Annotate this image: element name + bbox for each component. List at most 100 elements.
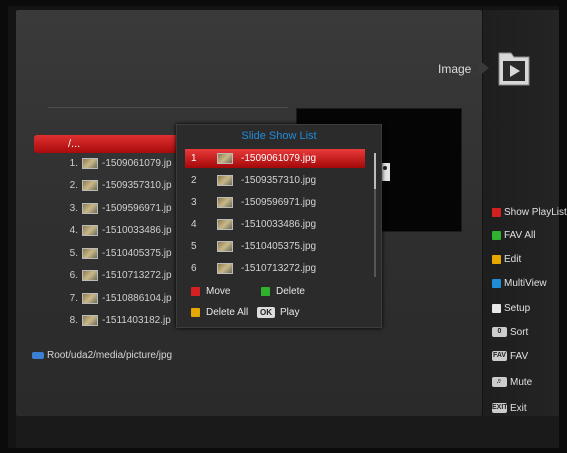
parent-folder-row[interactable]: /... [34, 135, 182, 153]
slideshow-list-dialog: Slide Show List 1 -1509061079.jpg 2 -15093… [176, 124, 382, 328]
file-name: -1509596971.jp [102, 203, 172, 214]
file-name: -1511403182.jp [102, 315, 171, 326]
file-name: -1510713272.jp [102, 270, 172, 281]
jpg-icon [217, 262, 233, 274]
playlist-item[interactable]: 2 -1509357310.jpg [185, 171, 365, 190]
playlist-file-name: -1510033486.jpg [241, 219, 317, 230]
dialog-title: Slide Show List [241, 130, 317, 142]
fav-key-icon: FAV [492, 351, 507, 362]
legend-label: Edit [504, 254, 522, 265]
green-key-icon [492, 230, 501, 240]
legend-mute[interactable]: ♬ Mute [492, 376, 532, 389]
jpg-icon [82, 179, 98, 191]
playlist-index: 2 [191, 175, 197, 186]
legend-label: Sort [510, 327, 529, 338]
play-label: Play [280, 307, 300, 318]
file-row[interactable]: 6. -1510713272.jp [50, 266, 172, 286]
legend-show-playlist[interactable]: Show PlayList [492, 206, 567, 219]
file-row[interactable]: 5. -1510405375.jp [50, 244, 172, 264]
playlist-item[interactable]: 5 -1510405375.jpg [185, 237, 365, 256]
file-row[interactable]: 2. -1509357310.jp [50, 176, 172, 196]
jpg-icon [217, 174, 233, 186]
sort-key-icon: 0 [492, 327, 507, 338]
usb-drive-icon [32, 351, 44, 359]
jpg-icon [217, 196, 233, 208]
file-row[interactable]: 1. -1509061079.jp [50, 154, 172, 174]
legend-label: Mute [510, 377, 533, 388]
legend-label: Show PlayList [504, 207, 567, 218]
white-key-icon [492, 303, 501, 313]
legend-label: FAV All [504, 230, 536, 241]
playlist-index: 1 [191, 153, 197, 164]
jpg-icon [82, 314, 98, 326]
jpg-icon [82, 292, 98, 304]
red-key-icon [191, 286, 200, 296]
move-label: Move [206, 286, 231, 297]
playlist-scrollbar-thumb[interactable] [374, 153, 376, 189]
playlist-file-name: -1509596971.jpg [241, 197, 317, 208]
file-number: 5. [69, 248, 78, 259]
file-number: 6. [69, 270, 78, 281]
red-key-icon [492, 207, 501, 217]
play-action[interactable]: OK Play [257, 306, 299, 320]
jpg-icon [217, 240, 233, 252]
playlist-index: 5 [191, 241, 197, 252]
delete-action[interactable]: Delete [261, 285, 305, 299]
file-number: 1. [69, 158, 78, 169]
file-name: -1510033486.jp [102, 225, 172, 236]
parent-folder-label: /... [68, 138, 81, 150]
current-path: Root/uda2/media/picture/jpg [32, 350, 172, 361]
jpg-icon [217, 152, 233, 164]
playlist-index: 4 [191, 219, 197, 230]
playlist-file-name: -1510713272.jpg [241, 263, 317, 274]
file-number: 3. [69, 203, 78, 214]
legend-setup[interactable]: Setup [492, 302, 530, 315]
green-key-icon [261, 286, 270, 296]
mute-key-icon: ♬ [492, 377, 507, 388]
playlist-file-name: -1509357310.jpg [241, 175, 317, 186]
playlist-item[interactable]: 4 -1510033486.jpg [185, 215, 365, 234]
file-number: 7. [69, 293, 78, 304]
yellow-key-icon [191, 307, 200, 317]
jpg-icon [82, 247, 98, 259]
delete-all-action[interactable]: Delete All [191, 306, 248, 320]
playlist-item[interactable]: 6 -1510713272.jpg [185, 259, 365, 278]
media-folder-icon [498, 52, 530, 86]
legend-edit[interactable]: Edit [492, 253, 521, 266]
file-row[interactable]: 3. -1509596971.jp [50, 199, 172, 219]
playlist-index: 6 [191, 263, 197, 274]
playlist-item[interactable]: 1 -1509061079.jpg [185, 149, 365, 168]
legend-fav[interactable]: FAV FAV [492, 350, 528, 363]
legend-fav-all[interactable]: FAV All [492, 229, 536, 242]
jpg-icon [82, 224, 98, 236]
file-number: 8. [69, 315, 78, 326]
delete-label: Delete [276, 286, 305, 297]
legend-exit[interactable]: EXIT Exit [492, 402, 527, 415]
file-row[interactable]: 4. -1510033486.jp [50, 221, 172, 241]
jpg-icon [82, 157, 98, 169]
playlist-file-name: -1510405375.jpg [241, 241, 317, 252]
legend-label: MultiView [504, 278, 547, 289]
legend-multiview[interactable]: MultiView [492, 277, 547, 290]
section-arrow [479, 60, 489, 76]
blue-key-icon [492, 278, 501, 288]
playlist-file-name: -1509061079.jpg [241, 153, 317, 164]
file-row[interactable]: 7. -1510886104.jp [50, 289, 172, 309]
ok-key-icon: OK [257, 306, 275, 318]
file-name: -1509061079.jp [102, 158, 172, 169]
jpg-icon [82, 202, 98, 214]
legend-label: Setup [504, 303, 531, 314]
playlist-item[interactable]: 3 -1509596971.jpg [185, 193, 365, 212]
legend-sort[interactable]: 0 Sort [492, 326, 528, 339]
file-row[interactable]: 8. -1511403182.jp [50, 311, 171, 331]
jpg-icon [217, 218, 233, 230]
legend-label: FAV [510, 351, 529, 362]
legend-label: Exit [510, 403, 527, 414]
section-title: Image [438, 62, 472, 76]
file-number: 4. [69, 225, 78, 236]
path-text: Root/uda2/media/picture/jpg [47, 350, 173, 361]
file-name: -1509357310.jp [102, 180, 172, 191]
jpg-icon [82, 269, 98, 281]
move-action[interactable]: Move [191, 285, 230, 299]
exit-key-icon: EXIT [492, 403, 508, 414]
